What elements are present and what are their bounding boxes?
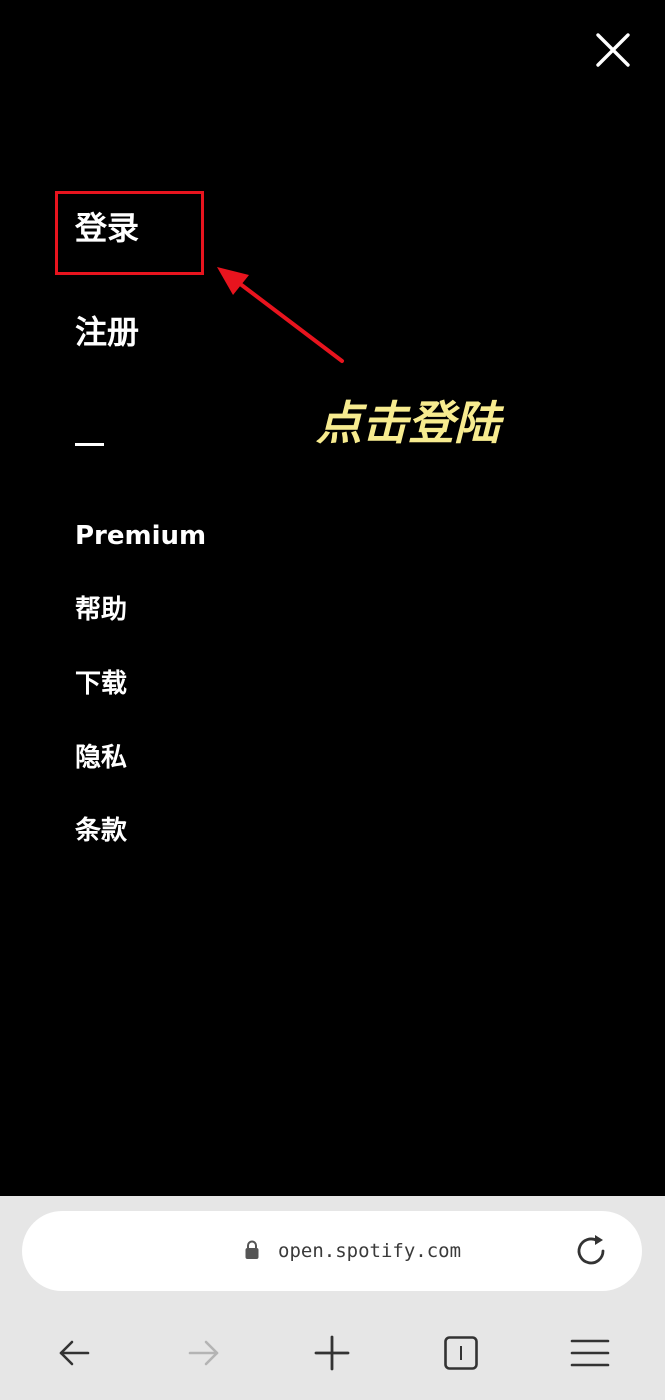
browser-toolbar: open.spotify.com: [0, 1196, 665, 1400]
hamburger-icon: [570, 1339, 610, 1367]
tabs-icon: [444, 1336, 478, 1370]
signup-link[interactable]: 注册: [75, 312, 139, 352]
lock-icon: [245, 1240, 259, 1259]
login-highlight-box: [55, 191, 204, 275]
browser-nav-row: [0, 1326, 665, 1380]
tabs-button[interactable]: [434, 1326, 488, 1380]
annotation-label: 点击登陆: [316, 396, 500, 450]
address-bar[interactable]: open.spotify.com: [22, 1211, 642, 1291]
arrow-left-icon: [59, 1340, 90, 1366]
new-tab-button[interactable]: [305, 1326, 359, 1380]
terms-link[interactable]: 条款: [75, 814, 127, 848]
url-text: open.spotify.com: [278, 1240, 462, 1262]
premium-link[interactable]: Premium: [75, 519, 206, 553]
privacy-link[interactable]: 隐私: [75, 741, 127, 775]
plus-icon: [314, 1335, 350, 1371]
reload-icon[interactable]: [573, 1233, 609, 1269]
forward-button[interactable]: [177, 1326, 231, 1380]
back-button[interactable]: [47, 1326, 101, 1380]
spotify-menu-overlay: 登录 注册 Premium 帮助 下载 隐私 条款 点击登陆: [0, 0, 665, 1196]
help-link[interactable]: 帮助: [75, 593, 127, 627]
menu-divider: [75, 443, 104, 446]
arrow-right-icon: [188, 1340, 219, 1366]
download-link[interactable]: 下载: [75, 667, 127, 701]
annotation-arrow-icon: [217, 267, 344, 363]
close-icon[interactable]: [590, 27, 636, 73]
menu-button[interactable]: [563, 1326, 617, 1380]
